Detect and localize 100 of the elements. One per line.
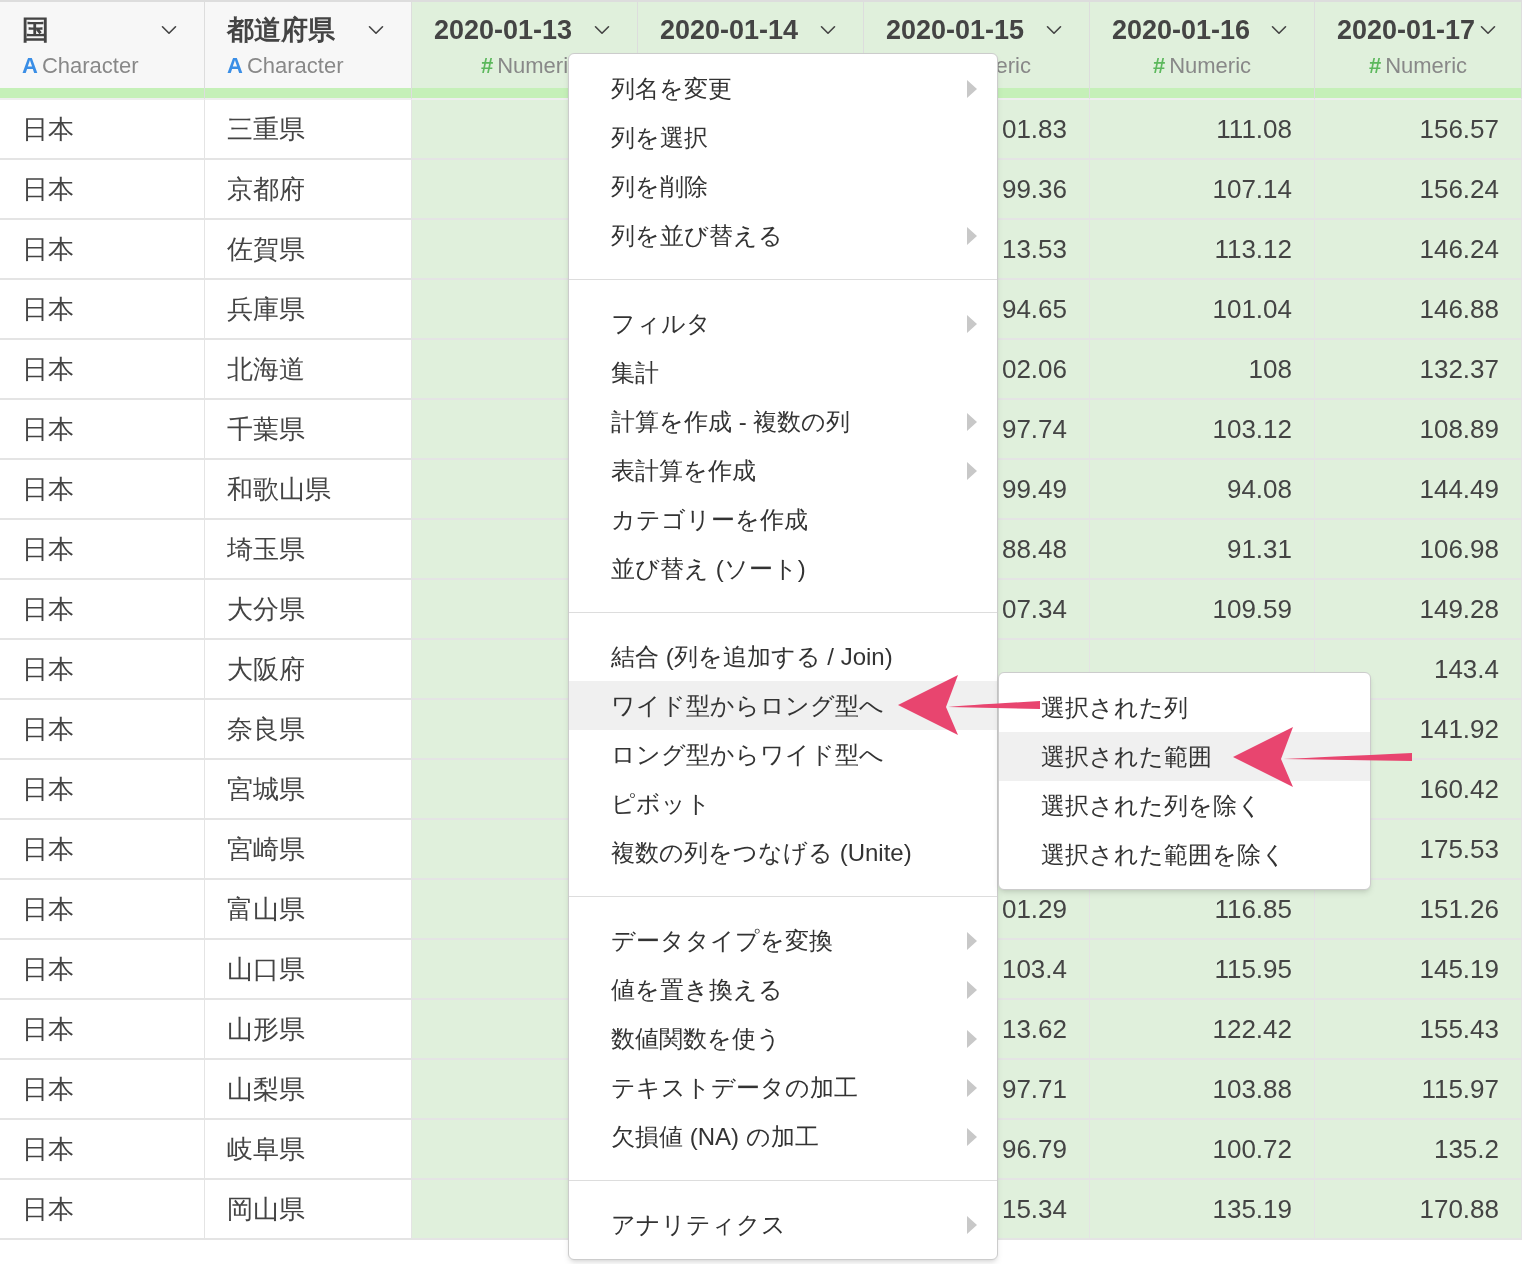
column-title: 2020-01-14 [660,13,799,47]
submenu-triangle-icon [967,314,977,333]
table-cell: 122.42 [1090,1000,1315,1060]
table-cell: 日本 [0,340,205,400]
table-cell: 146.24 [1315,220,1522,280]
table-cell: 日本 [0,940,205,1000]
table-cell: 山口県 [205,940,412,1000]
table-cell: 大阪府 [205,640,412,700]
submenu-triangle-icon [967,79,977,98]
column-header[interactable]: 国 A Character [0,0,205,88]
column-type: Character [246,51,344,80]
table-cell: 91.31 [1090,520,1315,580]
table-cell: 149.28 [1315,580,1522,640]
table-cell: 100.72 [1090,1120,1315,1180]
column-type: eric [995,51,1031,80]
submenu-triangle-icon [967,412,977,431]
table-cell: 170.88 [1315,1180,1522,1240]
table-cell: 日本 [0,1000,205,1060]
table-cell: 京都府 [205,160,412,220]
table-cell: 113.12 [1090,220,1315,280]
menu-item[interactable]: ワイド型からロング型へ [569,681,997,730]
table-cell: 日本 [0,880,205,940]
type-icon: A [227,48,243,82]
type-icon: # [1368,48,1382,82]
column-header[interactable]: 都道府県 A Character [205,0,412,88]
table-cell: 101.04 [1090,280,1315,340]
menu-item[interactable]: 複数の列をつなげる (Unite) [569,828,997,877]
table-cell: 岐阜県 [205,1120,412,1180]
submenu-triangle-icon [967,461,977,480]
table-cell: 日本 [0,700,205,760]
table-cell: 94.08 [1090,460,1315,520]
column-type: Numeric [1385,51,1468,80]
table-cell: 山形県 [205,1000,412,1060]
table-cell: 103.88 [1090,1060,1315,1120]
menu-item[interactable]: ロング型からワイド型へ [569,730,997,779]
table-cell: 佐賀県 [205,220,412,280]
table-cell: 日本 [0,820,205,880]
table-cell: 日本 [0,1180,205,1240]
column-title: 2020-01-15 [886,13,1025,47]
type-icon: A [22,48,38,82]
table-cell: 日本 [0,640,205,700]
table-cell: 三重県 [205,100,412,160]
type-icon: # [1152,48,1166,82]
table-cell: 135.19 [1090,1180,1315,1240]
menu-item[interactable]: ピボット [569,779,997,828]
submenu-triangle-icon [967,1078,977,1097]
table-cell: 日本 [0,520,205,580]
table-cell: 155.43 [1315,1000,1522,1060]
table-cell: 奈良県 [205,700,412,760]
table-cell: 156.57 [1315,100,1522,160]
submenu-triangle-icon [967,980,977,999]
table-cell: 和歌山県 [205,460,412,520]
table-cell: 山梨県 [205,1060,412,1120]
table-cell: 日本 [0,1120,205,1180]
type-icon: # [480,48,494,82]
table-cell: 日本 [0,220,205,280]
column-title: 都道府県 [227,13,335,47]
table-cell: 144.49 [1315,460,1522,520]
table-cell: 埼玉県 [205,520,412,580]
table-cell: 日本 [0,1060,205,1120]
table-cell: 132.37 [1315,340,1522,400]
table-cell: 北海道 [205,340,412,400]
table-cell: 日本 [0,760,205,820]
table-cell: 兵庫県 [205,280,412,340]
column-type: Character [41,51,139,80]
table-cell: 日本 [0,580,205,640]
table-cell: 日本 [0,280,205,340]
table-cell: 宮城県 [205,760,412,820]
table-cell: 日本 [0,100,205,160]
menu-item[interactable]: 選択された範囲 [999,732,1370,781]
submenu-triangle-icon [967,1029,977,1048]
table-cell: 145.19 [1315,940,1522,1000]
table-cell: 146.88 [1315,280,1522,340]
table-cell: 135.2 [1315,1120,1522,1180]
table-cell: 111.08 [1090,100,1315,160]
column-title: 2020-01-17 [1337,13,1476,47]
table-cell: 富山県 [205,880,412,940]
table-cell: 106.98 [1315,520,1522,580]
column-type: Numeric [1169,51,1252,80]
column-header[interactable]: 2020-01-17 # Numeric [1315,0,1522,88]
column-title: 2020-01-16 [1112,13,1251,47]
table-cell: 日本 [0,160,205,220]
submenu-triangle-icon [967,1127,977,1146]
table-cell: 151.26 [1315,880,1522,940]
column-type: Numeri [497,51,569,80]
table-cell: 日本 [0,460,205,520]
table-cell: 日本 [0,400,205,460]
table-cell: 千葉県 [205,400,412,460]
table-cell: 109.59 [1090,580,1315,640]
table-cell: 宮崎県 [205,820,412,880]
table-cell: 108 [1090,340,1315,400]
submenu-triangle-icon [967,931,977,950]
submenu-triangle-icon [967,226,977,245]
submenu-triangle-icon [967,1215,977,1234]
column-title: 2020-01-13 [434,13,573,47]
table-cell: 岡山県 [205,1180,412,1240]
table-cell: 107.14 [1090,160,1315,220]
column-header[interactable]: 2020-01-16 # Numeric [1090,0,1315,88]
table-cell: 103.12 [1090,400,1315,460]
table-cell: 大分県 [205,580,412,640]
